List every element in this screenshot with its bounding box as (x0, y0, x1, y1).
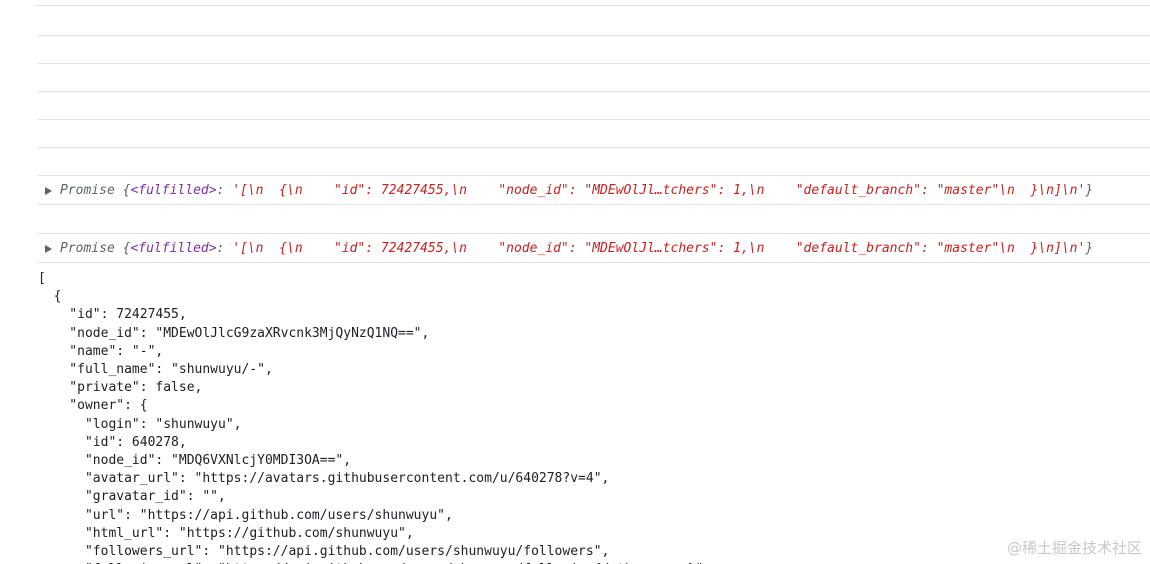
json-line: "id": 72427455, (38, 307, 187, 323)
console-log-row: 3333 (38, 206, 1150, 234)
promise-separator: : (216, 183, 233, 198)
json-line: "avatar_url": "https://avatars.githubuse… (38, 471, 610, 487)
json-line: "full_name": "shunwuyu/-", (38, 362, 273, 378)
json-line: "node_id": "MDEwOlJlcG9zaXRvcnk3MjQyNzQ1… (38, 325, 430, 341)
promise-separator: : (216, 241, 233, 256)
json-line: "name": "-", (38, 343, 164, 359)
promise-prefix: Promise { (60, 241, 131, 256)
expand-triangle-icon[interactable] (45, 245, 52, 253)
json-line: "login": "shunwuyu", (38, 416, 242, 432)
json-line: "gravatar_id": "", (38, 489, 226, 505)
expand-triangle-icon[interactable] (45, 187, 52, 195)
json-line: "html_url": "https://github.com/shunwuyu… (38, 525, 414, 541)
json-line: [ (38, 271, 46, 286)
console-log-row: 4 (38, 120, 1150, 148)
promise-state: <fulfilled> (130, 183, 217, 198)
promise-state: <fulfilled> (130, 241, 217, 256)
promise-summary[interactable]: Promise {<fulfilled>: '[\n {\n "id": 724… (60, 235, 1094, 262)
json-line: "private": false, (38, 380, 203, 396)
json-line: "id": 640278, (38, 434, 187, 450)
promise-value: '[\n {\n "id": 72427455,\n "node_id": "M… (232, 183, 1086, 198)
promise-suffix: } (1085, 183, 1094, 198)
watermark: @稀土掘金技术社区 (1006, 539, 1142, 557)
console-top-divider (35, 0, 1150, 6)
promise-log-row[interactable]: Promise {<fulfilled>: '[\n {\n "id": 724… (38, 235, 1150, 263)
json-line: "url": "https://api.github.com/users/shu… (38, 507, 453, 523)
promise-value: '[\n {\n "id": 72427455,\n "node_id": "M… (232, 241, 1086, 256)
console-panel: 11111 0 1 4 4 2222 Promise {<fulfilled>:… (0, 0, 1150, 564)
console-log-row: 2222 (38, 148, 1150, 176)
console-log-row: 0 (38, 36, 1150, 64)
console-log-row: 11111 (38, 8, 1150, 36)
json-line: "owner": { (38, 398, 148, 414)
promise-suffix: } (1085, 241, 1094, 256)
json-line: "node_id": "MDQ6VXNlcjY0MDI3OA==", (38, 453, 352, 469)
json-output: [ { "id": 72427455, "node_id": "MDEwOlJl… (38, 270, 1150, 564)
promise-log-row[interactable]: Promise {<fulfilled>: '[\n {\n "id": 724… (38, 177, 1150, 205)
console-log-row: 4 (38, 92, 1150, 120)
json-line: "followers_url": "https://api.github.com… (38, 544, 610, 560)
promise-prefix: Promise { (60, 183, 131, 198)
console-log-row: 1 (38, 64, 1150, 92)
json-line: { (38, 289, 62, 305)
promise-summary[interactable]: Promise {<fulfilled>: '[\n {\n "id": 724… (60, 177, 1094, 204)
